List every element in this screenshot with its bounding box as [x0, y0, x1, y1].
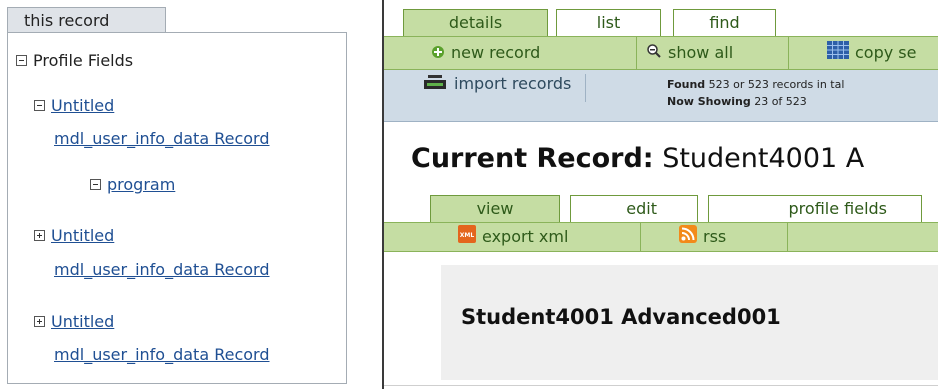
this-record-tab[interactable]: this record [7, 7, 166, 33]
copy-button[interactable]: copy se [789, 37, 938, 69]
tree-item-subtitle: mdl_user_info_data Record [54, 129, 270, 148]
page-title: Current Record: Student4001 A [411, 143, 864, 174]
record-toolbar: XML export xml rss [384, 222, 938, 252]
new-record-button[interactable]: new record [384, 37, 637, 69]
magnifier-minus-icon [646, 38, 662, 70]
page-title-value: Student4001 A [662, 143, 865, 174]
page-title-label: Current Record: [411, 143, 654, 174]
expand-box-icon[interactable] [34, 229, 45, 241]
collapse-box-icon[interactable] [34, 99, 45, 111]
copy-label: copy se [855, 43, 917, 62]
record-type-link[interactable]: mdl_user_info_data Record [54, 129, 270, 148]
show-all-button[interactable]: show all [637, 37, 789, 69]
import-records-button[interactable]: import records [424, 74, 587, 102]
tab-find[interactable]: find [673, 9, 776, 36]
records-status-bar: import records Found 523 or 523 records … [384, 70, 938, 122]
record-card: Student4001 Advanced001 [441, 265, 938, 380]
record-type-link[interactable]: mdl_user_info_data Record [54, 345, 270, 364]
tree-item-subtitle: mdl_user_info_data Record [54, 260, 270, 279]
spreadsheet-icon [827, 38, 849, 70]
tab-edit[interactable]: edit [570, 195, 698, 222]
import-records-label: import records [454, 74, 572, 93]
showing-label: Now Showing [667, 95, 751, 108]
rss-button[interactable]: rss [641, 223, 788, 251]
export-xml-button[interactable]: XML export xml [384, 223, 641, 251]
record-name: Student4001 Advanced001 [461, 305, 781, 329]
record-type-link[interactable]: mdl_user_info_data Record [54, 260, 270, 279]
export-xml-label: export xml [482, 227, 569, 246]
plus-circle-icon [431, 38, 445, 70]
tree-item-title-link[interactable]: Untitled [51, 96, 114, 115]
tab-view[interactable]: view [430, 195, 560, 222]
tree-item-title-link[interactable]: Untitled [51, 226, 114, 245]
tree-root: Profile Fields [16, 51, 133, 70]
rss-label: rss [703, 227, 727, 246]
tree-root-label: Profile Fields [33, 51, 134, 70]
showing-count: 23 of 523 [754, 95, 807, 108]
tab-list[interactable]: list [556, 9, 661, 36]
main-toolbar: new record show all copy se [384, 36, 938, 70]
rss-icon [679, 224, 697, 252]
content-divider [384, 385, 938, 386]
expand-box-icon[interactable] [34, 315, 45, 327]
found-count: 523 or 523 records in tal [708, 78, 845, 91]
svg-text:XML: XML [460, 232, 475, 239]
show-all-label: show all [668, 43, 734, 62]
tab-details[interactable]: details [403, 9, 548, 36]
collapse-box-icon[interactable] [90, 178, 101, 190]
found-label: Found [667, 78, 706, 91]
tree-item-untitled-3: Untitled [34, 312, 114, 331]
tree-item-program: program [90, 175, 175, 194]
printer-tray-icon [424, 74, 446, 95]
tree-item-title-link[interactable]: Untitled [51, 312, 114, 331]
collapse-box-icon[interactable] [16, 54, 27, 66]
new-record-label: new record [451, 43, 541, 62]
xml-icon: XML [458, 224, 476, 252]
tree-item-subtitle: mdl_user_info_data Record [54, 345, 270, 364]
tree-item-untitled-2: Untitled [34, 226, 114, 245]
tree-item-untitled-1: Untitled [34, 96, 114, 115]
record-count-text: Found 523 or 523 records in tal Now Show… [667, 76, 844, 110]
program-link[interactable]: program [107, 175, 175, 194]
record-tree-panel: Profile Fields Untitled mdl_user_info_da… [7, 32, 347, 384]
tab-profile-fields[interactable]: profile fields [708, 195, 922, 222]
